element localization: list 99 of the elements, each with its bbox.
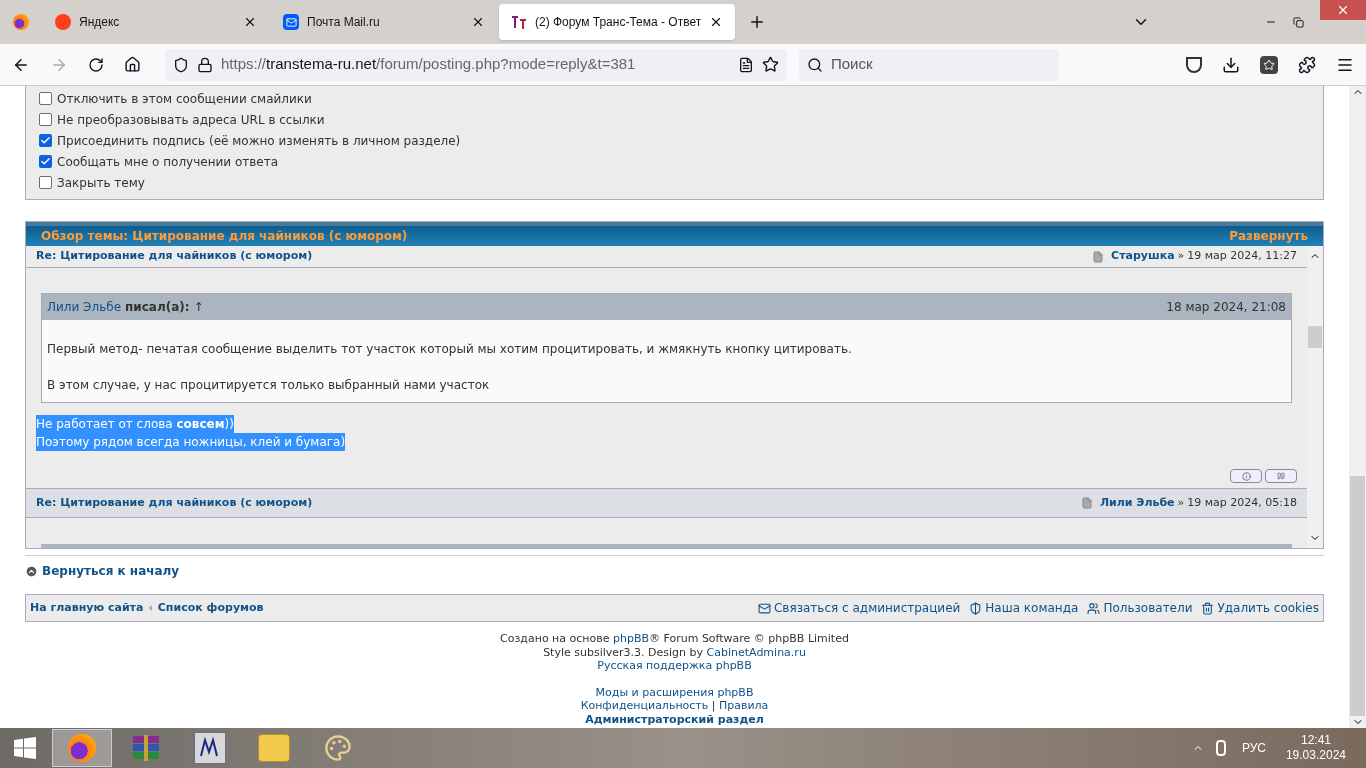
post-date: 19 мар 2024, 11:27 [1187, 248, 1297, 265]
pocket-icon[interactable] [1186, 56, 1202, 73]
quote-date: 18 мар 2024, 21:08 [1166, 299, 1286, 316]
review-title: Обзор темы: Цитирование для чайников (с юмором) [41, 228, 408, 245]
close-icon [1336, 3, 1350, 17]
checkbox[interactable] [39, 155, 52, 168]
footer-link[interactable]: Правила [718, 699, 769, 712]
separator: » [1177, 494, 1185, 511]
option-label: Не преобразовывать адреса URL в ссылки [57, 111, 325, 129]
post-date: 19 мар 2024, 05:18 [1187, 494, 1297, 511]
quote-wrote: писал(а): [125, 299, 190, 316]
footer-link[interactable]: Русская поддержка phpBB [597, 659, 752, 672]
quote-icon [1277, 472, 1285, 480]
shield-icon [173, 56, 189, 73]
footer-text: ® Forum Software © phpBB Limited [649, 632, 849, 645]
search-field[interactable]: Поиск [799, 48, 1059, 81]
option-label: Сообщать мне о получении ответа [57, 153, 279, 171]
footer-link[interactable]: Удалить cookies [1217, 599, 1319, 617]
scrollbar-thumb[interactable] [1350, 476, 1365, 716]
browser-tab[interactable]: Почта Mail.ru [271, 4, 497, 40]
shield-icon [969, 601, 983, 615]
quote-text: Первый метод- печатая сообщение выделить тот участок который мы хотим процитировать, и жмякнуть кнопку цитировать. [47, 341, 853, 358]
page-scrollbar[interactable] [1349, 86, 1366, 728]
footer-text: | [710, 699, 717, 712]
go-to-post-link[interactable]: ↑ [193, 298, 204, 316]
footer-link[interactable]: CabinetAdmina.ru [706, 645, 806, 659]
option-label: Закрыть тему [57, 174, 145, 192]
clock-time[interactable]: 12:41 [1300, 733, 1331, 748]
post-subject[interactable]: Re: Цитирование для чайников (с юмором) [36, 248, 313, 265]
trash-icon [1201, 601, 1215, 615]
scrollbar-thumb[interactable] [1308, 326, 1322, 348]
tab-title: Яндекс [79, 14, 121, 31]
firefox-icon [68, 734, 96, 762]
post-author[interactable]: Лили Эльбе [1099, 494, 1175, 512]
search-icon [807, 56, 823, 73]
tab-title: Почта Mail.ru [307, 14, 381, 31]
back-to-top-link[interactable]: Вернуться к началу [42, 562, 180, 580]
quote-button[interactable] [1265, 469, 1297, 483]
post-text: Поэтому рядом всегда ножницы, клей и бумага) [36, 433, 346, 451]
star-badge-icon[interactable] [1260, 55, 1278, 74]
restore-icon[interactable] [1293, 16, 1304, 28]
option-label: Присоединить подпись (её можно изменять в личном разделе) [57, 132, 461, 150]
language-indicator[interactable]: РУС [1241, 739, 1266, 757]
breadcrumb-link[interactable]: На главную сайта [30, 599, 144, 617]
archive-books-icon [130, 734, 162, 762]
reader-view-icon[interactable] [738, 56, 754, 73]
checkbox[interactable] [39, 113, 52, 126]
close-icon[interactable] [243, 15, 257, 29]
checkbox[interactable] [39, 92, 52, 105]
lock-icon [197, 56, 213, 73]
users-icon [1087, 601, 1101, 615]
browser-tab[interactable]: Яндекс [43, 4, 269, 40]
checkbox[interactable] [39, 176, 52, 189]
post-subject[interactable]: Re: Цитирование для чайников (с юмором) [36, 494, 313, 512]
yandex-logo-icon [55, 14, 71, 30]
inner-scrollbar[interactable] [1307, 246, 1323, 548]
breadcrumb-separator: ‹ [148, 599, 153, 616]
footer-text: Создано на основе [500, 632, 611, 645]
checkbox[interactable] [39, 134, 52, 147]
quote-text: В этом случае, у нас процитируется только выбранный нами участок [47, 377, 491, 394]
forum-logo-icon [511, 14, 527, 30]
tab-title: (2) Форум Транс-Тема - Ответ [535, 14, 702, 31]
info-icon [1241, 471, 1251, 481]
footer-link[interactable]: Связаться с администрацией [773, 599, 961, 617]
bookmark-star-icon[interactable] [762, 56, 779, 73]
palette-icon [324, 734, 352, 762]
breadcrumb-link[interactable]: Список форумов [157, 599, 264, 617]
clock-date[interactable]: 19.03.2024 [1285, 748, 1346, 763]
post-icon [1092, 250, 1105, 263]
editor-app-icon [194, 732, 226, 764]
new-tab-icon[interactable] [748, 13, 766, 31]
post-author[interactable]: Старушка [1111, 248, 1175, 265]
search-placeholder: Поиск [831, 54, 873, 75]
footer-text: Style subsilver3.3. Design by [543, 645, 705, 659]
footer-link[interactable]: Наша команда [985, 599, 1079, 617]
envelope-icon [757, 601, 771, 615]
mail-logo-icon [283, 14, 299, 30]
footer-link[interactable]: Пользователи [1103, 599, 1193, 617]
footer-link[interactable]: Моды и расширения phpBB [595, 685, 754, 699]
extensions-icon[interactable] [1298, 55, 1316, 74]
option-label: Отключить в этом сообщении смайлики [57, 90, 312, 108]
post-icon [1080, 497, 1093, 509]
info-button[interactable] [1230, 469, 1262, 483]
reload-icon[interactable] [88, 56, 104, 73]
download-icon[interactable] [1222, 55, 1240, 74]
url-text: https://transtema-ru.net/forum/posting.php?mode=reply&t=381 [221, 54, 637, 75]
browser-tab[interactable]: (2) Форум Транс-Тема - Ответ [499, 4, 735, 40]
separator: » [1177, 248, 1185, 265]
footer-link[interactable]: Конфиденциальность [580, 699, 709, 712]
footer-link[interactable]: phpBB [613, 632, 649, 645]
post-text: Не работает от слова совсем)) [36, 415, 234, 433]
close-icon[interactable] [471, 15, 485, 29]
home-icon[interactable] [124, 56, 141, 73]
folder-icon [258, 734, 290, 762]
admin-link[interactable]: Администраторский раздел [585, 712, 764, 726]
address-bar[interactable]: https://transtema-ru.net/forum/posting.php?mode=reply&t=381 [165, 48, 787, 81]
back-to-top-icon [25, 564, 38, 578]
quote-author[interactable]: Лили Эльбе [47, 298, 121, 316]
taskbar-app[interactable] [52, 729, 112, 767]
